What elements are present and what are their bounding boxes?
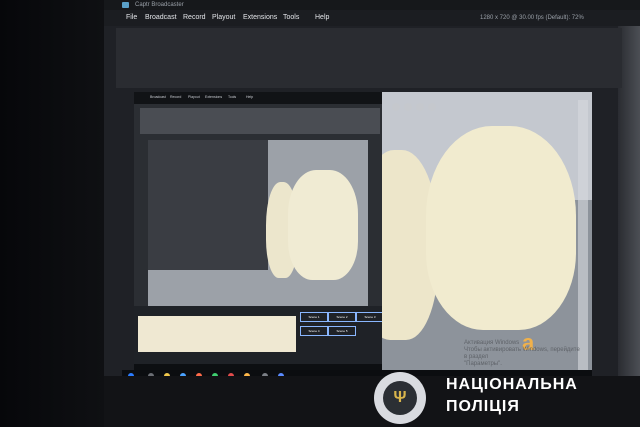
trident-icon: Ψ — [383, 381, 417, 415]
nested-menu-item[interactable]: Extensions — [205, 95, 222, 99]
nested-preview — [140, 108, 380, 134]
nested-menu-item[interactable]: Help — [246, 95, 253, 99]
window-titlebar: Captr Broadcaster — [104, 0, 640, 10]
tool-icon[interactable] — [392, 103, 400, 111]
tool-icon[interactable] — [404, 103, 412, 111]
app-logo-icon — [122, 2, 129, 8]
watermark: НАЦІОНАЛЬНА ПОЛІЦІЯ — [446, 374, 640, 422]
nested-screen — [148, 140, 368, 320]
top-preview-area — [116, 28, 622, 88]
scene-right-toolbar — [578, 100, 588, 370]
scene-button[interactable]: Scene 1 — [300, 312, 328, 322]
menu-help[interactable]: Help — [315, 10, 329, 26]
tool-icon[interactable] — [428, 103, 436, 111]
log-panel — [138, 316, 296, 352]
menu-bar: File Broadcast Record Playout Extensions… — [104, 10, 640, 26]
watermark-line: ПОЛІЦІЯ — [446, 398, 520, 415]
nested-app-window: Broadcast Record Playout Extensions Tool… — [134, 92, 384, 374]
menu-tools[interactable]: Tools — [283, 10, 299, 26]
nested-menu-item[interactable]: Broadcast — [150, 95, 166, 99]
watermark-line: НАЦІОНАЛЬНА — [446, 376, 578, 393]
menu-playout[interactable]: Playout — [212, 10, 235, 26]
menu-extensions[interactable]: Extensions — [243, 10, 277, 26]
nested-dark-panel — [148, 140, 268, 270]
window-title: Captr Broadcaster — [135, 2, 184, 8]
tool-icon[interactable] — [416, 103, 424, 111]
nested-menu-item[interactable]: Playout — [188, 95, 200, 99]
menu-record[interactable]: Record — [183, 10, 206, 26]
menu-broadcast[interactable]: Broadcast — [145, 10, 177, 26]
windows-activation-text: Активация Windows Чтобы активировать Win… — [464, 340, 584, 368]
tooth-right-icon — [288, 170, 358, 280]
activation-line: Активация Windows — [464, 340, 520, 346]
scene-button[interactable]: Scene 4 — [300, 326, 328, 336]
scene-toolbar — [392, 98, 452, 112]
scene-button[interactable]: Scene 5 — [328, 326, 356, 336]
preview-status: 1280 x 720 @ 30.00 fps (Default): 72% — [480, 15, 584, 21]
left-glare — [0, 0, 104, 427]
nested-controls: Scene 1 Scene 2 Scene 3 Scene 4 Scene 5 — [134, 306, 384, 364]
activation-line: "Параметры". — [464, 361, 502, 367]
activation-line: Чтобы активировать Windows, перейдите в … — [464, 347, 580, 360]
tooth-right-icon — [426, 126, 576, 330]
menu-file[interactable]: File — [126, 10, 137, 26]
nested-menu: Broadcast Record Playout Extensions Tool… — [134, 92, 382, 104]
dental-scene: a Активация Windows Чтобы активировать W… — [382, 92, 592, 374]
scene-button[interactable]: Scene 2 — [328, 312, 356, 322]
nested-menu-item[interactable]: Tools — [228, 95, 236, 99]
scene-button[interactable]: Scene 3 — [356, 312, 384, 322]
police-emblem: Ψ — [374, 372, 426, 424]
nested-menu-item[interactable]: Record — [170, 95, 181, 99]
